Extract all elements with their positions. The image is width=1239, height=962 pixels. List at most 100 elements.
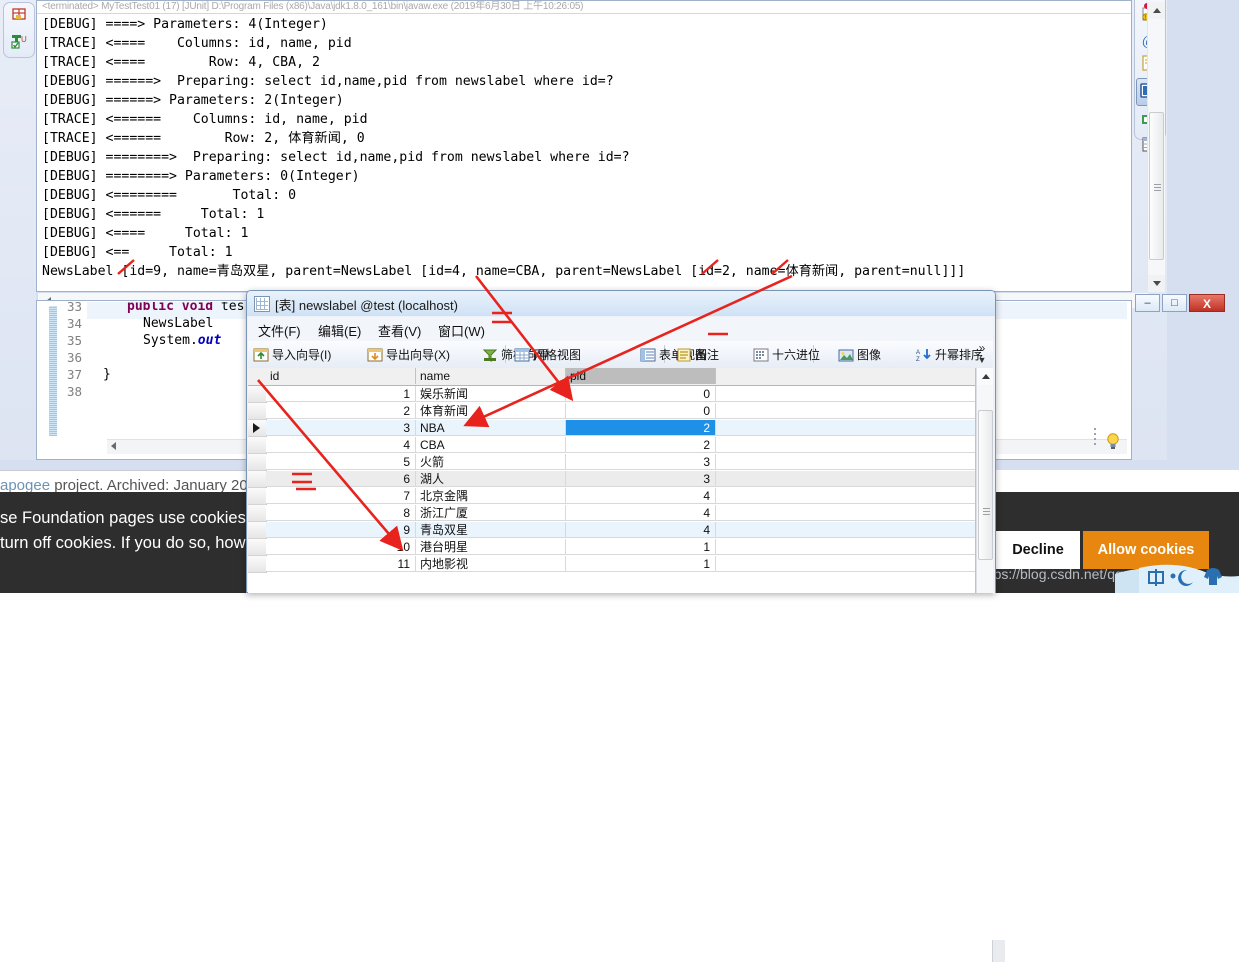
grid-cell-pid[interactable]: 0 <box>566 403 716 419</box>
grid-cell-pid[interactable]: 3 <box>566 454 716 470</box>
hex-icon <box>753 347 769 363</box>
table-window-titlebar[interactable]: [表] newslabel @test (localhost) – □ X <box>247 291 1225 316</box>
console-line: [TRACE] <==== Row: 4, CBA, 2 <box>42 55 320 70</box>
junit-icon[interactable]: U <box>8 31 30 53</box>
grid-cell-name[interactable]: 浙江广厦 <box>416 505 566 521</box>
toolbar-button-memo[interactable]: 备注 <box>676 344 719 365</box>
toolbar-button-import-wizard[interactable]: 导入向导(I) <box>253 344 331 365</box>
memo-icon <box>676 347 692 363</box>
grid-cell-pid[interactable]: 4 <box>566 488 716 504</box>
grid-cell-id[interactable]: 8 <box>266 505 416 521</box>
grid-cell-id[interactable]: 11 <box>266 556 416 572</box>
grid-cell-id[interactable]: 5 <box>266 454 416 470</box>
maximize-button[interactable]: □ <box>1162 294 1187 312</box>
table-row[interactable]: 3 NBA 2 <box>248 420 975 437</box>
grid-cell-name[interactable]: 青岛双星 <box>416 522 566 538</box>
console-line: NewsLabel [id=9, name=青岛双星, parent=NewsL… <box>42 264 966 278</box>
toolbar-button-hex[interactable]: 十六进位 <box>753 344 820 365</box>
row-selector-cell[interactable] <box>248 488 267 505</box>
table-row[interactable]: 10 港台明星 1 <box>248 539 975 556</box>
row-selector-cell[interactable] <box>248 403 267 420</box>
grid-row-filler <box>716 505 975 521</box>
grid-cell-pid[interactable]: 1 <box>566 539 716 555</box>
menu-item-文件F[interactable]: 文件(F) <box>258 321 301 340</box>
grid-cell-id[interactable]: 1 <box>266 386 416 402</box>
close-button[interactable]: X <box>1189 294 1225 312</box>
grid-cell-id[interactable]: 3 <box>266 420 416 436</box>
table-row[interactable]: 5 火箭 3 <box>248 454 975 471</box>
row-selector-cell[interactable] <box>248 556 267 573</box>
grid-cell-name[interactable]: NBA <box>416 420 566 436</box>
grid-cell-pid[interactable]: 3 <box>566 471 716 487</box>
row-selector-cell[interactable] <box>248 522 267 539</box>
table-row[interactable]: 6 湖人 3 <box>248 471 975 488</box>
editor-hscroll-left-arrow[interactable] <box>111 442 116 450</box>
svg-text:A: A <box>916 350 920 356</box>
grid-scroll-thumb[interactable] <box>978 410 993 560</box>
grid-cell-id[interactable]: 9 <box>266 522 416 538</box>
table-row[interactable]: 2 体育新闻 0 <box>248 403 975 420</box>
grid-vertical-scrollbar[interactable] <box>976 368 994 593</box>
toolbar-button-image[interactable]: 图像 <box>838 344 881 365</box>
editor-marker-bar <box>38 302 49 438</box>
grid-cell-pid[interactable]: 4 <box>566 505 716 521</box>
console-vertical-scrollbar[interactable] <box>1147 2 1165 292</box>
grid-column-header-name[interactable]: name <box>416 368 566 384</box>
quick-fix-bulb-icon[interactable] <box>1105 432 1121 450</box>
table-row[interactable]: 4 CBA 2 <box>248 437 975 454</box>
row-selector-cell[interactable] <box>248 454 267 471</box>
table-row[interactable]: 1 娱乐新闻 0 <box>248 386 975 403</box>
grid-cell-pid[interactable]: 2 <box>566 420 716 436</box>
toolbar-button-export-wizard[interactable]: 导出向导(X) <box>367 344 450 365</box>
menu-item-窗口W[interactable]: 窗口(W) <box>438 321 485 340</box>
grid-cell-name[interactable]: 湖人 <box>416 471 566 487</box>
grid-cell-name[interactable]: 北京金隅 <box>416 488 566 504</box>
grid-cell-pid[interactable]: 1 <box>566 556 716 572</box>
grid-cell-id[interactable]: 10 <box>266 539 416 555</box>
table-row[interactable]: 7 北京金隅 4 <box>248 488 975 505</box>
grid-cell-id[interactable]: 2 <box>266 403 416 419</box>
grid-cell-name[interactable]: CBA <box>416 437 566 453</box>
grid-column-header-id[interactable]: id <box>266 368 416 384</box>
row-selector-cell[interactable] <box>248 505 267 522</box>
toolbar-button-grid-view[interactable]: 网格视图 <box>514 344 581 365</box>
table-row[interactable]: 8 浙江广厦 4 <box>248 505 975 522</box>
console-scroll-up-button[interactable] <box>1148 2 1165 19</box>
grid-cell-pid[interactable]: 2 <box>566 437 716 453</box>
table-row[interactable]: 11 内地影视 1 <box>248 556 975 573</box>
data-grid[interactable]: id name pid 1 娱乐新闻 0 2 体育新闻 0 3 NBA 2 4 CBA 2 5 火箭 3 6 湖人 3… <box>248 368 976 593</box>
grid-cell-name[interactable]: 娱乐新闻 <box>416 386 566 402</box>
console-line: [DEBUG] <==== Total: 1 <box>42 226 249 241</box>
package-explorer-icon[interactable] <box>8 6 30 28</box>
navicat-table-window: [表] newslabel @test (localhost) – □ X 文件… <box>246 290 1225 594</box>
row-selector-cell[interactable] <box>248 539 267 556</box>
filter-wizard-icon <box>482 347 498 363</box>
console-output[interactable]: [DEBUG] ====> Parameters: 4(Integer) [TRA… <box>37 14 1115 278</box>
row-selector-cell[interactable] <box>248 437 267 454</box>
table-row[interactable]: 9 青岛双星 4 <box>248 522 975 539</box>
toolbar-button-label: 导出向导(X) <box>386 348 450 362</box>
row-selector-cell[interactable] <box>248 420 267 437</box>
decline-button[interactable]: Decline <box>996 531 1080 569</box>
console-scroll-thumb[interactable] <box>1149 112 1164 260</box>
grid-cell-name[interactable]: 体育新闻 <box>416 403 566 419</box>
grid-cell-name[interactable]: 内地影视 <box>416 556 566 572</box>
console-scroll-down-button[interactable] <box>1148 275 1165 292</box>
toolbar-button-sort-ascending[interactable]: A Z 升幂排序 <box>916 344 983 365</box>
grid-cell-id[interactable]: 7 <box>266 488 416 504</box>
grid-cell-id[interactable]: 6 <box>266 471 416 487</box>
row-selector-cell[interactable] <box>248 386 267 403</box>
grid-scroll-up-button[interactable] <box>977 368 994 385</box>
grid-cell-id[interactable]: 4 <box>266 437 416 453</box>
editor-code-line: System.out <box>143 333 222 348</box>
grid-cell-name[interactable]: 火箭 <box>416 454 566 470</box>
left-rail-group: U <box>3 2 35 58</box>
row-selector-cell[interactable] <box>248 471 267 488</box>
menu-item-编辑E[interactable]: 编辑(E) <box>318 321 361 340</box>
grid-cell-pid[interactable]: 0 <box>566 386 716 402</box>
menu-item-查看V[interactable]: 查看(V) <box>378 321 421 340</box>
grid-column-header-pid[interactable]: pid <box>566 368 716 384</box>
grid-cell-name[interactable]: 港台明星 <box>416 539 566 555</box>
minimize-button[interactable]: – <box>1135 294 1160 312</box>
grid-cell-pid[interactable]: 4 <box>566 522 716 538</box>
